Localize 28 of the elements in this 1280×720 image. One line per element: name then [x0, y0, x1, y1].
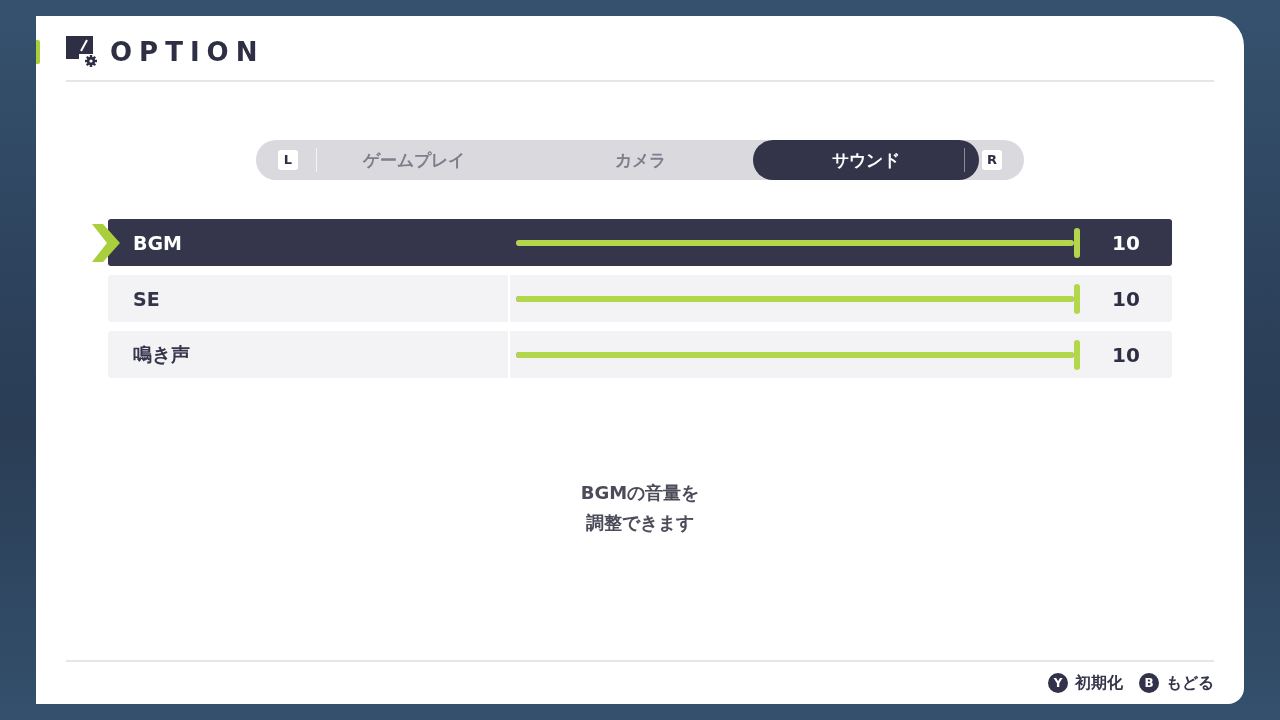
description-text: BGMの音量を	[580, 481, 700, 505]
key-cap: R	[982, 150, 1002, 170]
slider-handle[interactable]	[1074, 227, 1080, 258]
controller-key-glyph: B	[1139, 673, 1159, 693]
setting-row[interactable]: SE 10	[108, 275, 1172, 322]
slider-handle[interactable]	[1074, 283, 1080, 314]
setting-value: 10	[1111, 286, 1141, 311]
slider-track[interactable]	[516, 295, 1074, 302]
footer-action-button[interactable]: Y 初期化	[1048, 672, 1123, 694]
tab[interactable]: サウンド	[753, 140, 979, 180]
key-cap: L	[278, 150, 298, 170]
selection-chevron-icon	[92, 224, 120, 262]
description-text: 調整できます	[586, 511, 694, 535]
footer-action-button[interactable]: B もどる	[1139, 672, 1214, 694]
setting-value: 10	[1111, 230, 1141, 255]
monitor-gear-icon	[66, 36, 98, 68]
setting-row[interactable]: 鳴き声 10	[108, 331, 1172, 378]
page-title: OPTION	[110, 36, 265, 68]
setting-value: 10	[1111, 342, 1141, 367]
controller-key-glyph: Y	[1048, 673, 1068, 693]
setting-row[interactable]: BGM 10	[108, 219, 1172, 266]
slider-handle[interactable]	[1074, 339, 1080, 370]
setting-label: BGM	[133, 231, 182, 254]
setting-label: 鳴き声	[133, 341, 190, 367]
slider-track[interactable]	[516, 351, 1074, 358]
setting-label: SE	[133, 287, 160, 310]
title-accent-mark	[36, 40, 40, 64]
slider-track[interactable]	[516, 239, 1074, 246]
